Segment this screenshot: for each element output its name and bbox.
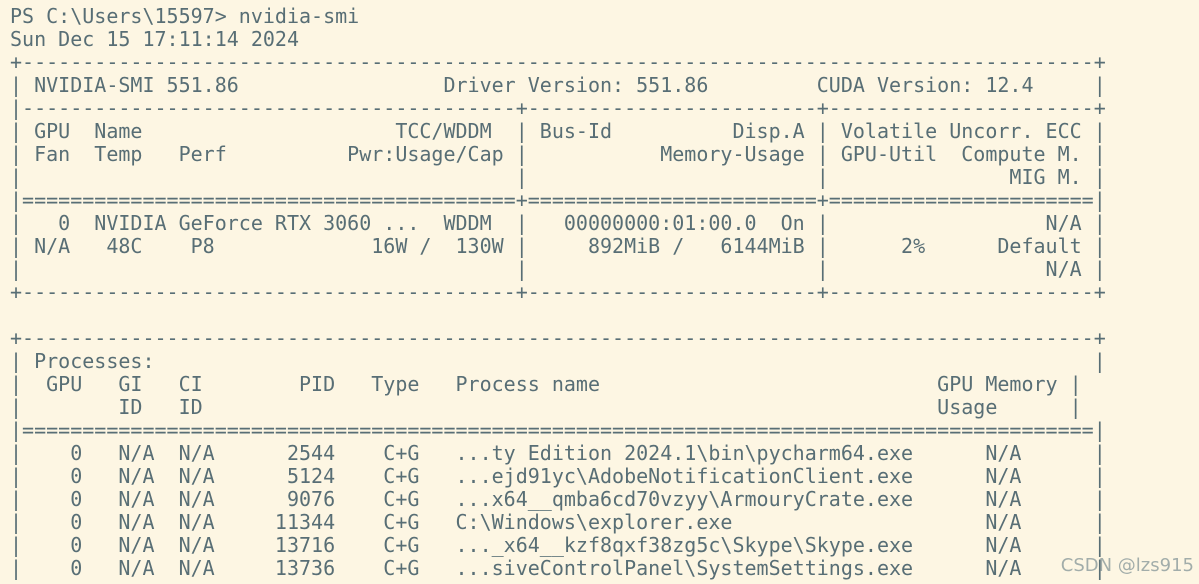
gpu-data-row: | 0 NVIDIA GeForce RTX 3060 ... WDDM | 0… xyxy=(10,211,1106,235)
processes-title-row: | Processes: | xyxy=(10,349,1106,373)
watermark: CSDN @lzs915 xyxy=(1060,555,1194,576)
table-double-divider: |=======================================… xyxy=(10,188,1106,212)
gpu-header-row: | GPU Name TCC/WDDM | Bus-Id Disp.A | Vo… xyxy=(10,119,1106,143)
prompt-line: PS C:\Users\15597> nvidia-smi xyxy=(10,4,360,28)
process-row: | 0 N/A N/A 9076 C+G ...x64__qmba6cd70vz… xyxy=(10,487,1106,511)
process-row: | 0 N/A N/A 13736 C+G ...siveControlPane… xyxy=(10,556,1106,580)
timestamp-line: Sun Dec 15 17:11:14 2024 xyxy=(10,27,299,51)
process-row: | 0 N/A N/A 2544 C+G ...ty Edition 2024.… xyxy=(10,441,1106,465)
gpu-data-row: | | | N/A | xyxy=(10,257,1106,281)
gpu-header-row: | Fan Temp Perf Pwr:Usage/Cap | Memory-U… xyxy=(10,142,1106,166)
terminal-window[interactable]: PS C:\Users\15597> nvidia-smi Sun Dec 15… xyxy=(0,0,1199,584)
gpu-data-row: | N/A 48C P8 16W / 130W | 892MiB / 6144M… xyxy=(10,234,1106,258)
table-divider: |---------------------------------------… xyxy=(10,96,1106,120)
gpu-header-row: | | | MIG M. | xyxy=(10,165,1106,189)
processes-header-row: | GPU GI CI PID Type Process name GPU Me… xyxy=(10,372,1082,396)
table-border-bottom: +---------------------------------------… xyxy=(10,280,1106,304)
table-border-top: +---------------------------------------… xyxy=(10,50,1106,74)
process-row: | 0 N/A N/A 13716 C+G ..._x64__kzf8qxf38… xyxy=(10,533,1106,557)
table-border-top: +---------------------------------------… xyxy=(10,326,1106,350)
processes-header-row: | ID ID Usage | xyxy=(10,395,1082,419)
process-row: | 0 N/A N/A 5124 C+G ...ejd91yc\AdobeNot… xyxy=(10,464,1106,488)
table-double-divider: |=======================================… xyxy=(10,418,1106,442)
process-row: | 0 N/A N/A 11344 C+G C:\Windows\explore… xyxy=(10,510,1106,534)
smi-version-row: | NVIDIA-SMI 551.86 Driver Version: 551.… xyxy=(10,73,1106,97)
